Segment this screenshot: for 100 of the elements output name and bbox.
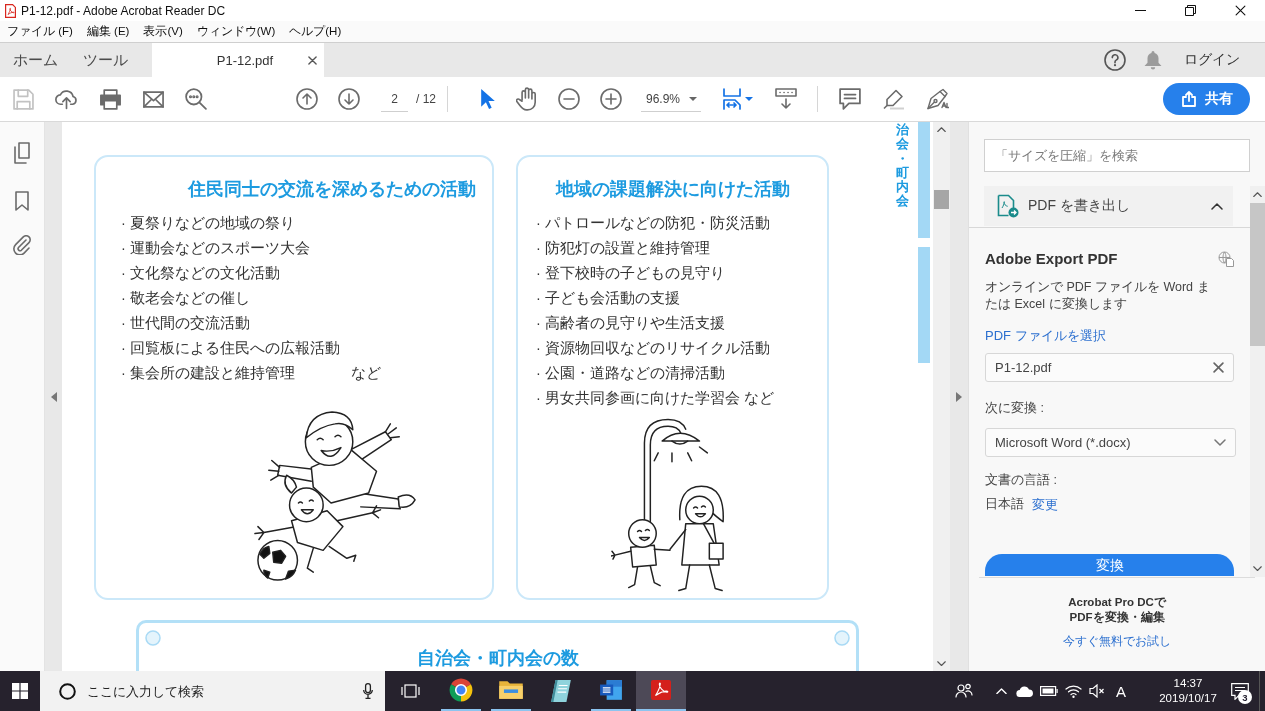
promo-subtitle: PDFを変換・編集 (1069, 610, 1165, 625)
caret-icon[interactable] (689, 96, 697, 101)
notification-badge: 3 (1238, 690, 1252, 704)
trial-link[interactable]: 今すぐ無料でお試し (1063, 634, 1171, 649)
clock-date[interactable]: 2019/10/17 (1159, 691, 1217, 706)
right-arrow-icon[interactable] (956, 391, 962, 402)
scroll-up-icon[interactable] (1253, 192, 1262, 198)
list-item: · 文化祭などの文化活動 (121, 264, 280, 283)
format-dropdown[interactable]: Microsoft Word (*.docx) (985, 428, 1236, 457)
menu-item[interactable]: ヘルプ(H) (283, 24, 348, 39)
chevron-up-icon[interactable] (1211, 202, 1223, 210)
zoom-field[interactable]: 96.9% (641, 86, 701, 112)
list-item: · 男女共同参画に向けた学習会 など (536, 389, 774, 408)
comment-icon[interactable] (839, 88, 861, 110)
promo-title: Acrobat Pro DCで (1068, 595, 1166, 610)
menu-item[interactable]: ファイル (F) (1, 24, 79, 39)
scrollbar-thumb[interactable] (934, 190, 949, 210)
list-item: · 高齢者の見守りや生活支援 (536, 314, 725, 333)
chevron-down-icon[interactable] (1214, 439, 1226, 446)
hand-icon[interactable] (516, 87, 538, 111)
notebook-icon[interactable] (550, 679, 572, 703)
select-file-link[interactable]: PDF ファイルを選択 (985, 327, 1106, 344)
bookmark-icon[interactable] (15, 191, 29, 211)
scrollbar-thumb[interactable] (1250, 203, 1265, 347)
share-button[interactable]: 共有 (1163, 83, 1250, 115)
convert-button[interactable]: 変換 (985, 554, 1234, 576)
people-icon[interactable] (955, 683, 973, 699)
taskbar-button[interactable] (636, 671, 686, 711)
list-item: · 登下校時の子どもの見守り (536, 264, 725, 283)
field-label: 文書の言語 : (985, 472, 1057, 489)
window-title: P1-12.pdf - Adobe Acrobat Reader DC (21, 3, 226, 18)
cloud-icon[interactable] (1016, 685, 1034, 697)
caret-icon[interactable] (745, 97, 753, 101)
task-view-icon[interactable] (401, 683, 421, 699)
notification-icon[interactable] (1231, 682, 1249, 700)
clear-icon[interactable] (1213, 362, 1224, 373)
scroll-up-icon[interactable] (937, 127, 946, 133)
zoom-in-icon[interactable] (600, 88, 622, 110)
search-field[interactable]: 「サイズを圧縮」を検索 (984, 139, 1250, 172)
panel-heading: Adobe Export PDF (985, 250, 1118, 267)
card-title: 地域の課題解決に向けた活動 (554, 178, 791, 201)
menu-item[interactable]: 表示(V) (137, 24, 189, 39)
list-item: · 公園・道路などの清掃活動 (536, 364, 725, 383)
search-icon (59, 682, 76, 700)
speaker-muted-icon[interactable] (1089, 684, 1105, 698)
file-field[interactable]: P1-12.pdf (985, 353, 1234, 382)
scrollbar[interactable] (1250, 186, 1265, 577)
list-note: など (350, 364, 381, 383)
pdf-file-icon (5, 3, 16, 18)
tab[interactable]: ツール (70, 43, 140, 77)
battery-icon[interactable] (1040, 686, 1058, 696)
section-header[interactable]: PDF を書き出し (984, 186, 1233, 226)
tab[interactable]: P1-12.pdf (152, 43, 324, 77)
clock-time[interactable]: 14:37 (1173, 676, 1203, 691)
list-item: · 運動会などのスポーツ大会 (121, 239, 310, 258)
scroll-down-icon[interactable] (937, 660, 946, 666)
login-button[interactable]: ログイン (1184, 51, 1240, 69)
acrobat-icon[interactable] (650, 679, 672, 701)
share-icon[interactable] (1180, 91, 1197, 107)
cloud-upload-icon[interactable] (54, 88, 79, 110)
paperclip-icon[interactable] (13, 235, 31, 255)
scrollbar[interactable] (933, 122, 950, 671)
folder-icon[interactable] (499, 680, 523, 700)
close-icon[interactable] (1234, 5, 1246, 16)
cursor-icon[interactable] (480, 88, 496, 110)
pen-nib-icon[interactable] (925, 87, 949, 111)
minimize-icon[interactable] (1134, 10, 1146, 11)
browser-icon[interactable] (449, 678, 473, 702)
search-icon[interactable] (185, 88, 207, 110)
list-item: · パトロールなどの防犯・防災活動 (536, 214, 770, 233)
printer-icon[interactable] (99, 88, 122, 110)
zoom-out-icon[interactable] (558, 88, 580, 110)
language-value: 日本語 (985, 496, 1024, 513)
tab[interactable]: ホーム (0, 43, 70, 77)
envelope-icon[interactable] (142, 90, 165, 108)
word-icon[interactable] (599, 679, 623, 701)
menu-item[interactable]: ウィンドウ(W) (190, 24, 282, 39)
globe-document-icon[interactable] (1218, 250, 1234, 267)
export-pdf-icon (997, 194, 1019, 218)
scroll-mode-icon[interactable] (775, 88, 797, 110)
windows-logo-icon[interactable] (12, 683, 28, 699)
left-arrow-icon[interactable] (50, 391, 57, 402)
restore-icon[interactable] (1184, 5, 1196, 16)
wifi-icon[interactable] (1064, 684, 1082, 698)
close-icon[interactable] (308, 55, 317, 65)
search-field[interactable]: ここに入力して検索 (40, 671, 385, 711)
help-icon[interactable] (1104, 49, 1126, 71)
microphone-icon[interactable] (363, 683, 373, 699)
scroll-down-icon[interactable] (1253, 565, 1262, 571)
show-hidden-icon[interactable] (995, 687, 1007, 695)
page-up-icon[interactable] (296, 88, 318, 110)
page-fit-icon[interactable] (722, 87, 742, 111)
page-down-icon[interactable] (338, 88, 360, 110)
page-number-field[interactable]: 2 (381, 86, 408, 112)
change-link[interactable]: 変更 (1032, 496, 1058, 513)
menu-item[interactable]: 編集 (E) (80, 24, 136, 39)
highlighter-icon[interactable] (881, 87, 905, 111)
field-label: 次に変換 : (985, 400, 1044, 417)
ime-indicator[interactable]: A (1109, 682, 1133, 700)
pages-icon[interactable] (12, 142, 32, 164)
